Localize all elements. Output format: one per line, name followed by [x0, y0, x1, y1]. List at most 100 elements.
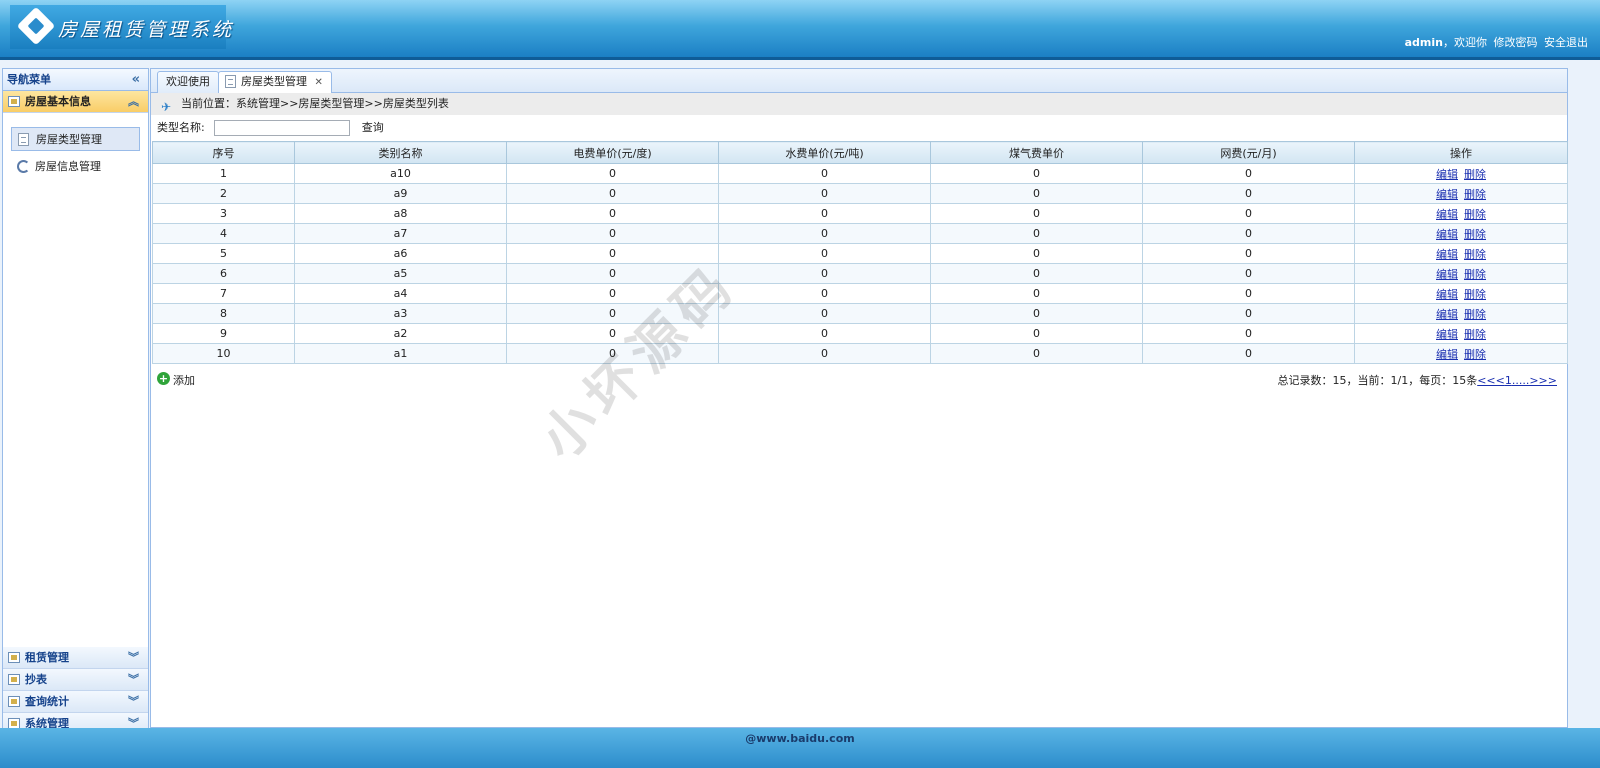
table-cell-no: 8	[152, 303, 295, 324]
edit-link[interactable]: 编辑	[1436, 248, 1458, 261]
table-cell-elec: 0	[506, 243, 719, 264]
table-cell-net: 0	[1142, 283, 1355, 304]
table-cell-no: 4	[152, 223, 295, 244]
table-cell-net: 0	[1142, 303, 1355, 324]
table-cell-actions: 编辑 删除	[1354, 323, 1568, 344]
table-cell-water: 0	[718, 243, 931, 264]
edit-link[interactable]: 编辑	[1436, 168, 1458, 181]
folder-icon	[8, 96, 20, 107]
table-cell-water: 0	[718, 223, 931, 244]
table-cell-gas: 0	[930, 183, 1143, 204]
folder-icon	[8, 674, 20, 685]
collapse-sidebar-icon[interactable]: «	[132, 69, 140, 91]
table-cell-actions: 编辑 删除	[1354, 223, 1568, 244]
delete-link[interactable]: 删除	[1464, 348, 1486, 361]
delete-link[interactable]: 删除	[1464, 188, 1486, 201]
column-header: 煤气费单价	[930, 141, 1143, 164]
accordion-meter[interactable]: 抄表 ︾	[3, 669, 148, 691]
column-header: 操作	[1354, 141, 1568, 164]
table-cell-water: 0	[718, 203, 931, 224]
table-cell-gas: 0	[930, 283, 1143, 304]
delete-link[interactable]: 删除	[1464, 288, 1486, 301]
table-cell-no: 10	[152, 343, 295, 364]
table-cell-water: 0	[718, 343, 931, 364]
sidebar-item-house-info[interactable]: 房屋信息管理	[11, 155, 140, 179]
delete-link[interactable]: 删除	[1464, 208, 1486, 221]
table-cell-net: 0	[1142, 183, 1355, 204]
close-icon[interactable]: ✕	[315, 77, 323, 88]
tab-welcome[interactable]: 欢迎使用	[157, 71, 219, 93]
search-button[interactable]: 查询	[362, 121, 384, 134]
edit-link[interactable]: 编辑	[1436, 208, 1458, 221]
table-cell-actions: 编辑 删除	[1354, 283, 1568, 304]
table-cell-gas: 0	[930, 223, 1143, 244]
delete-link[interactable]: 删除	[1464, 268, 1486, 281]
pager-next-link[interactable]: .....>>>	[1512, 374, 1557, 387]
accordion-house-basic-info[interactable]: 房屋基本信息 ︽	[3, 91, 148, 113]
accordion-rental[interactable]: 租赁管理 ︾	[3, 647, 148, 669]
search-label: 类型名称:	[157, 121, 205, 134]
document-icon	[18, 133, 29, 146]
accordion-query-stats[interactable]: 查询统计 ︾	[3, 691, 148, 713]
folder-icon	[8, 652, 20, 663]
table-cell-name: a8	[294, 203, 507, 224]
add-icon: +	[157, 372, 170, 385]
table-cell-net: 0	[1142, 323, 1355, 344]
table-cell-name: a4	[294, 283, 507, 304]
table-cell-name: a9	[294, 183, 507, 204]
table-cell-water: 0	[718, 263, 931, 284]
tab-house-type[interactable]: 房屋类型管理 ✕	[218, 71, 332, 94]
chevron-down-icon: ︾	[128, 651, 139, 664]
delete-link[interactable]: 删除	[1464, 308, 1486, 321]
add-label: 添加	[173, 374, 195, 387]
edit-link[interactable]: 编辑	[1436, 268, 1458, 281]
edit-link[interactable]: 编辑	[1436, 228, 1458, 241]
column-header: 电费单价(元/度)	[506, 141, 719, 164]
tab-label: 房屋类型管理	[241, 75, 307, 88]
delete-link[interactable]: 删除	[1464, 248, 1486, 261]
sidebar-item-house-type[interactable]: 房屋类型管理	[11, 127, 140, 151]
table-cell-elec: 0	[506, 323, 719, 344]
table-cell-water: 0	[718, 183, 931, 204]
pager-page-link[interactable]: 1	[1505, 374, 1512, 387]
edit-link[interactable]: 编辑	[1436, 308, 1458, 321]
table-cell-elec: 0	[506, 343, 719, 364]
table-row: 8 a3 0 0 0 0 编辑 删除	[152, 303, 1568, 324]
table-cell-gas: 0	[930, 163, 1143, 184]
table-cell-elec: 0	[506, 283, 719, 304]
sidebar-item-label: 房屋类型管理	[36, 133, 102, 146]
table-cell-water: 0	[718, 283, 931, 304]
table-cell-actions: 编辑 删除	[1354, 183, 1568, 204]
table-cell-name: a1	[294, 343, 507, 364]
table-cell-gas: 0	[930, 263, 1143, 284]
edit-link[interactable]: 编辑	[1436, 328, 1458, 341]
edit-link[interactable]: 编辑	[1436, 348, 1458, 361]
footer-text: @www.baidu.com	[745, 732, 855, 745]
table-cell-elec: 0	[506, 263, 719, 284]
delete-link[interactable]: 删除	[1464, 228, 1486, 241]
table-cell-actions: 编辑 删除	[1354, 163, 1568, 184]
table-cell-no: 3	[152, 203, 295, 224]
delete-link[interactable]: 删除	[1464, 328, 1486, 341]
add-button[interactable]: + 添加	[157, 372, 195, 388]
type-name-input[interactable]	[214, 120, 351, 136]
table-cell-net: 0	[1142, 343, 1355, 364]
accordion-label: 房屋基本信息	[25, 95, 91, 108]
chevron-down-icon: ︾	[128, 673, 139, 686]
logout-link[interactable]: 安全退出	[1544, 36, 1588, 49]
accordion-body: 房屋类型管理 房屋信息管理	[3, 113, 148, 622]
refresh-icon	[17, 160, 30, 173]
sidebar: 导航菜单 « 房屋基本信息 ︽ 房屋类型管理 房屋信息管理 租赁管理 ︾ 抄表 …	[2, 68, 149, 736]
edit-link[interactable]: 编辑	[1436, 288, 1458, 301]
sidebar-title: 导航菜单 «	[3, 69, 148, 91]
pager-prev-link[interactable]: <<<	[1477, 374, 1505, 387]
table-cell-actions: 编辑 删除	[1354, 243, 1568, 264]
table-cell-no: 6	[152, 263, 295, 284]
house-type-table: 序号 类别名称 电费单价(元/度) 水费单价(元/吨) 煤气费单价 网费(元/月…	[152, 141, 1568, 364]
delete-link[interactable]: 删除	[1464, 168, 1486, 181]
table-cell-elec: 0	[506, 163, 719, 184]
change-password-link[interactable]: 修改密码	[1494, 36, 1538, 49]
pager-summary: 总记录数：15，当前：1/1，每页：15条	[1277, 374, 1478, 387]
app-title: 房屋租赁管理系统	[58, 19, 235, 41]
edit-link[interactable]: 编辑	[1436, 188, 1458, 201]
